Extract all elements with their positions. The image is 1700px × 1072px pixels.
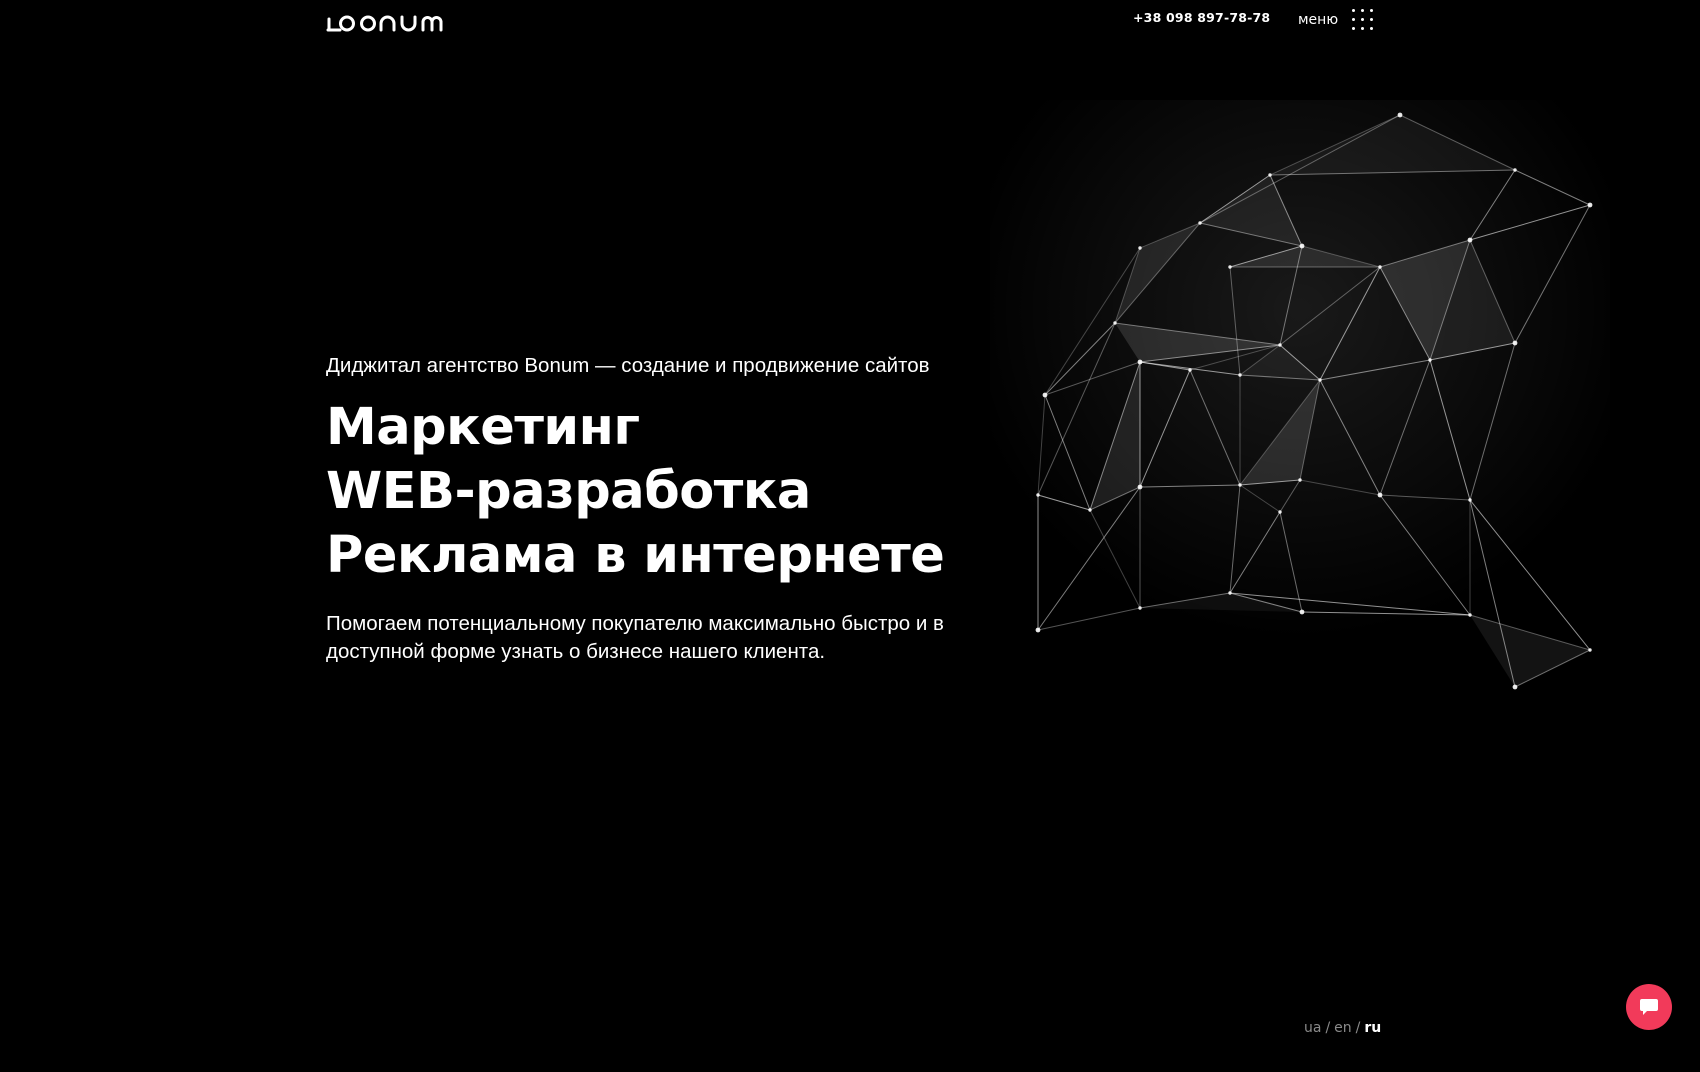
lang-separator: / <box>1325 1020 1331 1036</box>
mesh-node <box>1512 340 1518 346</box>
mesh-node <box>1228 265 1232 269</box>
mesh-node <box>1278 510 1282 514</box>
chat-button[interactable] <box>1626 984 1672 1030</box>
mesh-node <box>1113 321 1117 325</box>
mesh-node <box>1468 498 1472 502</box>
mesh-node <box>1397 112 1403 118</box>
phone-link[interactable]: +38 098 897-78-78 <box>1133 10 1270 25</box>
mesh-node <box>1188 368 1192 372</box>
mesh-node <box>1299 609 1305 615</box>
mesh-node <box>1468 613 1472 617</box>
mesh-node <box>1299 243 1305 249</box>
lang-ru[interactable]: ru <box>1364 1020 1381 1036</box>
lang-ua[interactable]: ua <box>1304 1020 1321 1036</box>
mesh-node <box>1298 478 1302 482</box>
mesh-node <box>1088 508 1092 512</box>
bonum-logo-icon <box>326 15 443 32</box>
mesh-node <box>1238 483 1242 487</box>
mesh-node <box>1228 591 1232 595</box>
menu-label: меню <box>1298 11 1339 28</box>
mesh-node <box>1138 246 1142 250</box>
hero-subtitle: Диджитал агентство Bonum — создание и пр… <box>326 354 930 377</box>
logo[interactable] <box>326 8 450 38</box>
mesh-node <box>1588 648 1592 652</box>
mesh-node <box>1198 221 1202 225</box>
mesh-node <box>1035 627 1041 633</box>
mesh-node <box>1042 392 1048 398</box>
mesh-node <box>1378 265 1382 269</box>
mesh-node <box>1513 168 1517 172</box>
language-switcher: ua / en / ru <box>1304 1020 1381 1036</box>
mesh-node <box>1268 173 1272 177</box>
mesh-node <box>1428 358 1432 362</box>
mesh-node <box>1138 606 1142 610</box>
hero-title-line-ads: Реклама в интернете <box>326 526 945 585</box>
lang-separator: / <box>1355 1020 1361 1036</box>
mesh-node <box>1318 378 1322 382</box>
hero-title-line-web: WEB-разработка <box>326 462 811 521</box>
mesh-node <box>1238 373 1242 377</box>
mesh-node <box>1137 359 1143 365</box>
hero-title-line-marketing: Маркетинг <box>326 398 640 457</box>
network-mesh-graphic <box>990 100 1610 700</box>
lang-en[interactable]: en <box>1334 1020 1352 1036</box>
hero-description: Помогаем потенциальному покупателю макси… <box>326 612 944 663</box>
mesh-node <box>1137 484 1143 490</box>
mesh-node <box>1036 493 1040 497</box>
mesh-node <box>1587 202 1593 208</box>
menu-button[interactable]: меню <box>1298 9 1374 30</box>
mesh-node <box>1278 343 1282 347</box>
grid-dots-icon <box>1352 9 1374 30</box>
mesh-node <box>1512 684 1518 690</box>
hero-title: Маркетинг WEB-разработка Реклама в интер… <box>326 396 966 588</box>
mesh-node <box>1377 492 1383 498</box>
page: +38 098 897-78-78 меню Диджитал агентств… <box>0 0 1700 1072</box>
hero: Диджитал агентство Bonum — создание и пр… <box>326 354 966 666</box>
chat-bubble-icon <box>1640 999 1658 1015</box>
mesh-node <box>1467 237 1473 243</box>
